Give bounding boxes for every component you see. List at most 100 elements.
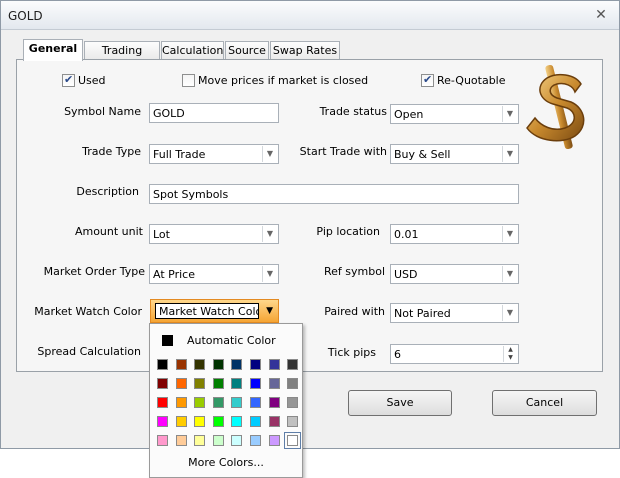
save-button[interactable]: Save (348, 390, 452, 416)
cancel-button[interactable]: Cancel (492, 390, 597, 416)
window-title: GOLD (8, 9, 43, 23)
color-swatch[interactable] (175, 359, 187, 370)
close-icon[interactable]: ✕ (592, 6, 610, 24)
color-swatch[interactable] (194, 416, 206, 427)
spin-down-icon[interactable]: ▼ (503, 354, 517, 362)
chevron-down-icon[interactable]: ▼ (502, 266, 517, 282)
tick-pips-stepper[interactable]: 6 ▲ ▼ (390, 344, 519, 364)
paired-with-value: Not Paired (394, 307, 451, 320)
spin-up-icon[interactable]: ▲ (503, 346, 517, 354)
gold-dollar-sign-icon (526, 64, 585, 150)
chevron-down-icon[interactable]: ▼ (262, 226, 277, 242)
amount-unit-label: Amount unit (74, 225, 143, 238)
color-swatch[interactable] (157, 397, 168, 408)
amount-unit-value: Lot (153, 228, 170, 241)
color-swatch[interactable] (287, 359, 299, 370)
color-swatch[interactable] (194, 435, 206, 446)
market-order-type-value: At Price (153, 268, 195, 281)
market-order-type-select[interactable]: At Price ▼ (149, 264, 279, 284)
color-swatch[interactable] (175, 397, 187, 408)
requotable-label: Re-Quotable (437, 74, 506, 87)
tab-swap-rates[interactable]: Swap Rates (270, 41, 340, 60)
check-icon: ✔ (423, 73, 433, 86)
trade-type-select[interactable]: Full Trade ▼ (149, 144, 279, 164)
chevron-down-icon[interactable]: ▼ (502, 226, 517, 242)
automatic-color-label: Automatic Color (187, 334, 276, 347)
trade-status-value: Open (394, 108, 424, 121)
color-swatch[interactable] (231, 378, 243, 389)
chevron-down-icon[interactable]: ▼ (502, 305, 517, 321)
color-swatch[interactable] (231, 435, 243, 446)
color-swatch[interactable] (212, 378, 224, 389)
tick-pips-value: 6 (394, 348, 401, 361)
market-watch-color-label: Market Watch Color (34, 305, 142, 318)
color-swatch[interactable] (250, 435, 261, 446)
trade-type-label: Trade Type (82, 145, 141, 158)
trade-status-select[interactable]: Open ▼ (390, 104, 519, 124)
description-input[interactable]: Spot Symbols (149, 184, 519, 204)
ref-symbol-value: USD (394, 268, 418, 281)
chevron-down-icon[interactable]: ▼ (262, 266, 277, 282)
color-swatch[interactable] (212, 397, 224, 408)
color-swatch[interactable] (268, 397, 280, 408)
requotable-checkbox[interactable]: ✔ (421, 73, 434, 87)
start-trade-with-select[interactable]: Buy & Sell ▼ (390, 144, 519, 164)
color-swatch[interactable] (231, 397, 243, 408)
ref-symbol-select[interactable]: USD ▼ (390, 264, 519, 284)
color-swatch[interactable] (194, 378, 206, 389)
chevron-down-icon[interactable]: ▼ (502, 106, 517, 122)
tab-general[interactable]: General (23, 39, 83, 61)
description-label: Description (76, 185, 139, 198)
tab-source[interactable]: Source (225, 41, 269, 60)
title-bar: GOLD ✕ (1, 1, 619, 30)
color-swatch[interactable] (250, 359, 261, 370)
used-checkbox[interactable]: ✔ (62, 73, 75, 87)
market-watch-color-value: Market Watch Color (155, 303, 259, 319)
color-swatch[interactable] (175, 416, 187, 427)
color-swatch[interactable] (287, 397, 299, 408)
color-swatch[interactable] (157, 416, 168, 427)
move-prices-label: Move prices if market is closed (198, 74, 369, 87)
color-swatch[interactable] (287, 378, 299, 389)
symbol-dialog: GOLD ✕ General Trading Times Calculation… (0, 0, 620, 449)
tab-trading-times[interactable]: Trading Times (84, 41, 160, 70)
color-swatch[interactable] (194, 359, 206, 370)
color-swatch[interactable] (157, 359, 168, 370)
color-swatch[interactable] (175, 435, 187, 446)
pip-location-value: 0.01 (394, 228, 419, 241)
color-swatch[interactable] (212, 416, 224, 427)
more-colors-link[interactable]: More Colors... (150, 456, 302, 469)
used-label: Used (78, 74, 106, 87)
tab-calculation[interactable]: Calculation (161, 41, 224, 60)
color-swatch[interactable] (287, 416, 299, 427)
color-swatch[interactable] (194, 397, 206, 408)
chevron-down-icon[interactable]: ▼ (266, 306, 273, 316)
pip-location-select[interactable]: 0.01 ▼ (390, 224, 519, 244)
color-swatch[interactable] (157, 378, 168, 389)
pip-location-label: Pip location (316, 225, 380, 238)
color-swatch[interactable] (212, 359, 224, 370)
market-watch-color-picker[interactable]: Market Watch Color ▼ (150, 299, 279, 323)
chevron-down-icon[interactable]: ▼ (502, 146, 517, 162)
color-swatch[interactable] (268, 435, 280, 446)
color-swatch[interactable] (268, 416, 280, 427)
symbol-name-label: Symbol Name (64, 105, 141, 118)
paired-with-select[interactable]: Not Paired ▼ (390, 303, 519, 323)
color-swatch[interactable] (284, 432, 302, 449)
symbol-name-input[interactable]: GOLD (149, 103, 279, 123)
ref-symbol-label: Ref symbol (323, 265, 385, 278)
color-swatch[interactable] (231, 416, 243, 427)
automatic-color-option[interactable]: Automatic Color (150, 330, 302, 350)
color-swatch[interactable] (250, 378, 261, 389)
amount-unit-select[interactable]: Lot ▼ (149, 224, 279, 244)
color-swatch[interactable] (268, 378, 280, 389)
color-swatch[interactable] (268, 359, 280, 370)
color-swatch[interactable] (231, 359, 243, 370)
color-swatch[interactable] (250, 416, 261, 427)
color-swatch[interactable] (250, 397, 261, 408)
color-swatch[interactable] (157, 435, 168, 446)
color-swatch[interactable] (175, 378, 187, 389)
move-prices-checkbox[interactable] (182, 74, 195, 87)
chevron-down-icon[interactable]: ▼ (262, 146, 277, 162)
color-swatch[interactable] (212, 435, 224, 446)
